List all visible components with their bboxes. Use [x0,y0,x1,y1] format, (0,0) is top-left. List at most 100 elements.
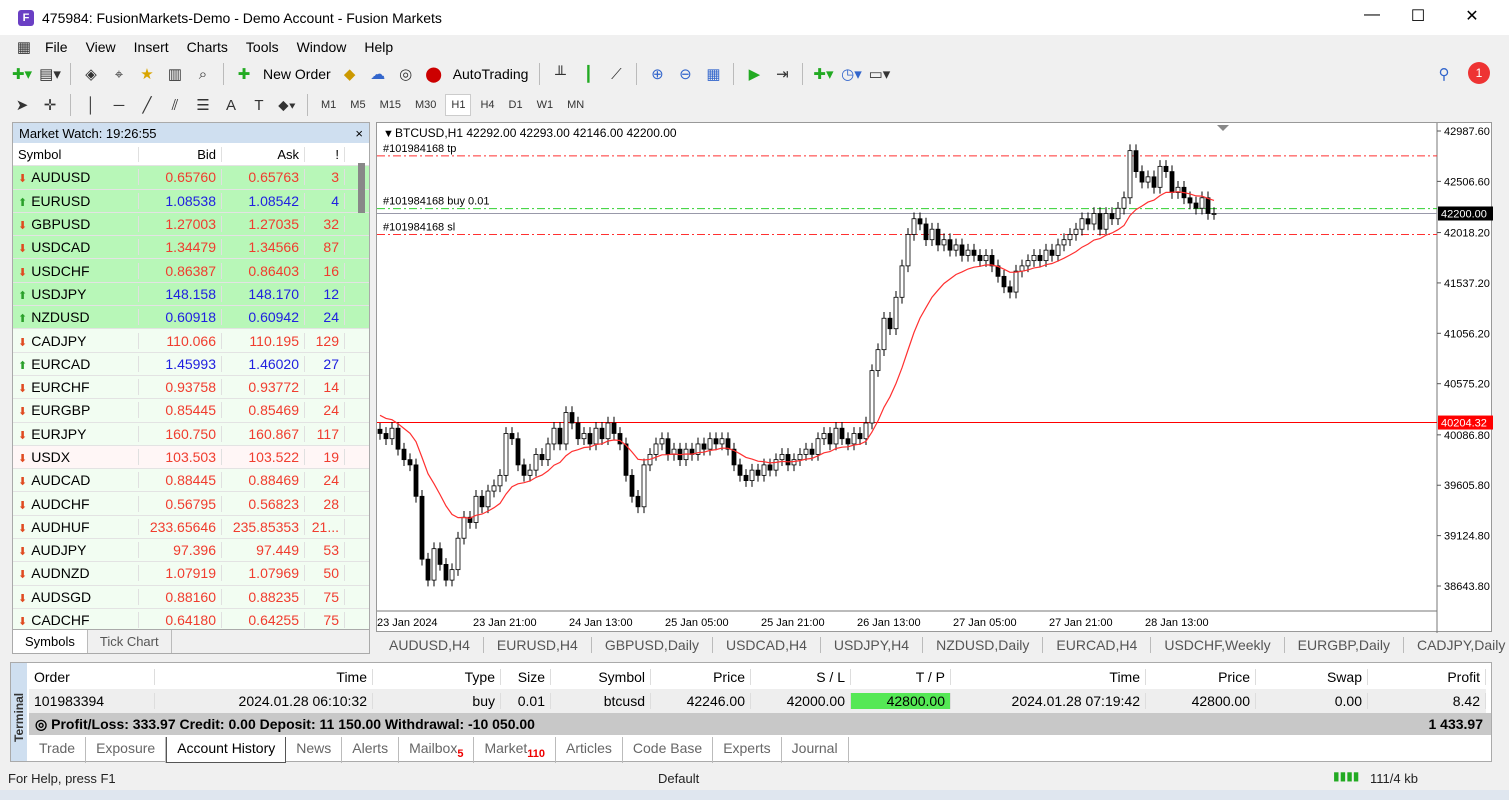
chart-tab[interactable]: NZDUSD,Daily [923,637,1044,653]
column-header[interactable]: Order [29,669,155,685]
market-watch-row[interactable]: ⬇ AUDHUF 233.65646 235.85353 21... [13,515,369,540]
menu-window[interactable]: Window [288,39,356,55]
text-icon[interactable]: A [219,94,243,116]
market-watch-row[interactable]: ⬇ CADJPY 110.066 110.195 129 [13,329,369,353]
search-icon[interactable]: ⚲ [1432,63,1456,85]
chart-tab[interactable]: GBPUSD,Daily [592,637,713,653]
profiles-icon[interactable]: ▤▾ [38,63,62,85]
cursor-icon[interactable]: ➤ [10,94,34,116]
trendline-icon[interactable]: ╱ [135,94,159,116]
menu-view[interactable]: View [77,39,125,55]
fibonacci-icon[interactable]: ☰ [191,94,215,116]
minimize-button[interactable]: — [1360,6,1384,24]
table-row[interactable]: 101983394 2024.01.28 06:10:32 buy 0.01 btcus… [29,689,1486,713]
chart-tab[interactable]: CADJPY,Daily [1404,637,1509,653]
auto-scroll-icon[interactable]: ▶ [742,63,766,85]
terminal-tab[interactable]: Exposure [86,737,167,763]
market-watch-row[interactable]: ⬆ EURCAD 1.45993 1.46020 27 [13,352,369,376]
market-watch-row[interactable]: ⬇ USDCHF 0.86387 0.86403 16 [13,259,369,283]
crosshair-icon[interactable]: ✛ [38,94,62,116]
market-watch-close-button[interactable]: × [355,126,363,141]
timeframe-m1[interactable]: M1 [316,95,341,115]
terminal-tab[interactable]: Code Base [623,737,714,763]
price-chart[interactable]: ▼ BTCUSD,H1 42292.00 42293.00 42146.00 42… [377,123,1493,633]
terminal-tab[interactable]: Mailbox5 [399,737,475,763]
app-menu-icon[interactable]: ▦ [12,36,36,58]
column-header[interactable]: Price [1146,669,1256,685]
market-watch-row[interactable]: ⬇ AUDCAD 0.88445 0.88469 24 [13,469,369,493]
menu-help[interactable]: Help [355,39,402,55]
terminal-tab[interactable]: Journal [782,737,849,763]
market-watch-row[interactable]: ⬇ EURCHF 0.93758 0.93772 14 [13,375,369,400]
chart-tab[interactable]: EURUSD,H4 [484,637,592,653]
timeframe-w1[interactable]: W1 [532,95,559,115]
close-button[interactable]: ✕ [1460,6,1484,26]
navigator-icon[interactable]: ★ [135,63,159,85]
market-watch-scrollbar[interactable] [358,163,365,213]
terminal-tab[interactable]: News [286,737,343,763]
col-bid[interactable]: Bid [139,146,222,162]
timeframe-d1[interactable]: D1 [504,95,528,115]
zoom-in-icon[interactable]: ⊕ [645,63,669,85]
market-watch-row[interactable]: ⬇ AUDNZD 1.07919 1.07969 50 [13,562,369,586]
column-header[interactable]: Time [155,669,373,685]
market-watch-row[interactable]: ⬆ USDJPY 148.158 148.170 12 [13,282,369,307]
templates-icon[interactable]: ▭▾ [867,63,891,85]
col-ask[interactable]: Ask [222,146,305,162]
chart-shift-icon[interactable]: ⇥ [770,63,794,85]
chart-tab[interactable]: EURCAD,H4 [1043,637,1152,653]
column-header[interactable]: Profit [1368,669,1486,685]
tab-symbols[interactable]: Symbols [13,630,88,653]
market-watch-row[interactable]: ⬇ GBPUSD 1.27003 1.27035 32 [13,212,369,237]
market-watch-row[interactable]: ⬇ AUDCHF 0.56795 0.56823 28 [13,492,369,516]
market-icon[interactable]: ◎ [394,63,418,85]
periods-icon[interactable]: ◷▾ [839,63,863,85]
column-header[interactable]: Time [951,669,1146,685]
col-spread[interactable]: ! [305,146,345,162]
terminal-tab[interactable]: Trade [29,737,87,763]
market-watch-row[interactable]: ⬆ NZDUSD 0.60918 0.60942 24 [13,306,369,330]
col-symbol[interactable]: Symbol [13,146,139,162]
new-chart-icon[interactable]: ✚▾ [10,63,34,85]
terminal-tab[interactable]: Alerts [342,737,400,763]
strategy-tester-icon[interactable]: ⌕ [191,63,215,85]
market-watch-row[interactable]: ⬇ AUDJPY 97.396 97.449 53 [13,539,369,563]
metaeditor-icon[interactable]: ◆ [338,63,362,85]
notification-badge[interactable]: 1 [1468,62,1490,84]
terminal-icon[interactable]: ▥ [163,63,187,85]
market-watch-row[interactable]: ⬆ EURUSD 1.08538 1.08542 4 [13,189,369,213]
arrows-icon[interactable]: ⬥▾ [275,94,299,116]
chart-tab[interactable]: AUDUSD,H4 [376,637,484,653]
menu-file[interactable]: File [36,39,77,55]
timeframe-mn[interactable]: MN [562,95,589,115]
new-order-icon[interactable]: ✚ [232,63,256,85]
timeframe-h1[interactable]: H1 [445,94,472,116]
market-watch-row[interactable]: ⬇ USDX 103.503 103.522 19 [13,445,369,470]
market-watch-row[interactable]: ⬇ AUDSGD 0.88160 0.88235 75 [13,585,369,609]
signals-icon[interactable]: ☁ [366,63,390,85]
menu-insert[interactable]: Insert [125,39,178,55]
column-header[interactable]: Type [373,669,501,685]
column-header[interactable]: S / L [751,669,851,685]
column-header[interactable]: Symbol [551,669,651,685]
terminal-tab[interactable]: Account History [166,737,287,763]
data-window-icon[interactable]: ⌖ [107,63,131,85]
terminal-tab[interactable]: Articles [556,737,623,763]
maximize-button[interactable]: ☐ [1406,6,1430,26]
market-watch-row[interactable]: ⬇ AUDUSD 0.65760 0.65763 3 [13,166,369,190]
market-watch-row[interactable]: ⬇ USDCAD 1.34479 1.34566 87 [13,236,369,260]
tab-tick-chart[interactable]: Tick Chart [88,630,172,653]
autotrading-button[interactable]: AutoTrading [450,66,532,82]
text-label-icon[interactable]: T [247,94,271,116]
terminal-tab[interactable]: Experts [713,737,782,763]
chart-tab[interactable]: EURGBP,Daily [1285,637,1404,653]
timeframe-m30[interactable]: M30 [410,95,441,115]
timeframe-h4[interactable]: H4 [475,95,499,115]
chart-window[interactable]: ▼ BTCUSD,H1 42292.00 42293.00 42146.00 42… [376,122,1493,633]
zoom-out-icon[interactable]: ⊖ [673,63,697,85]
new-order-button[interactable]: New Order [260,66,334,82]
market-watch-icon[interactable]: ◈ [79,63,103,85]
timeframe-m15[interactable]: M15 [375,95,406,115]
candlestick-icon[interactable]: ┃ [576,63,600,85]
column-header[interactable]: Price [651,669,751,685]
